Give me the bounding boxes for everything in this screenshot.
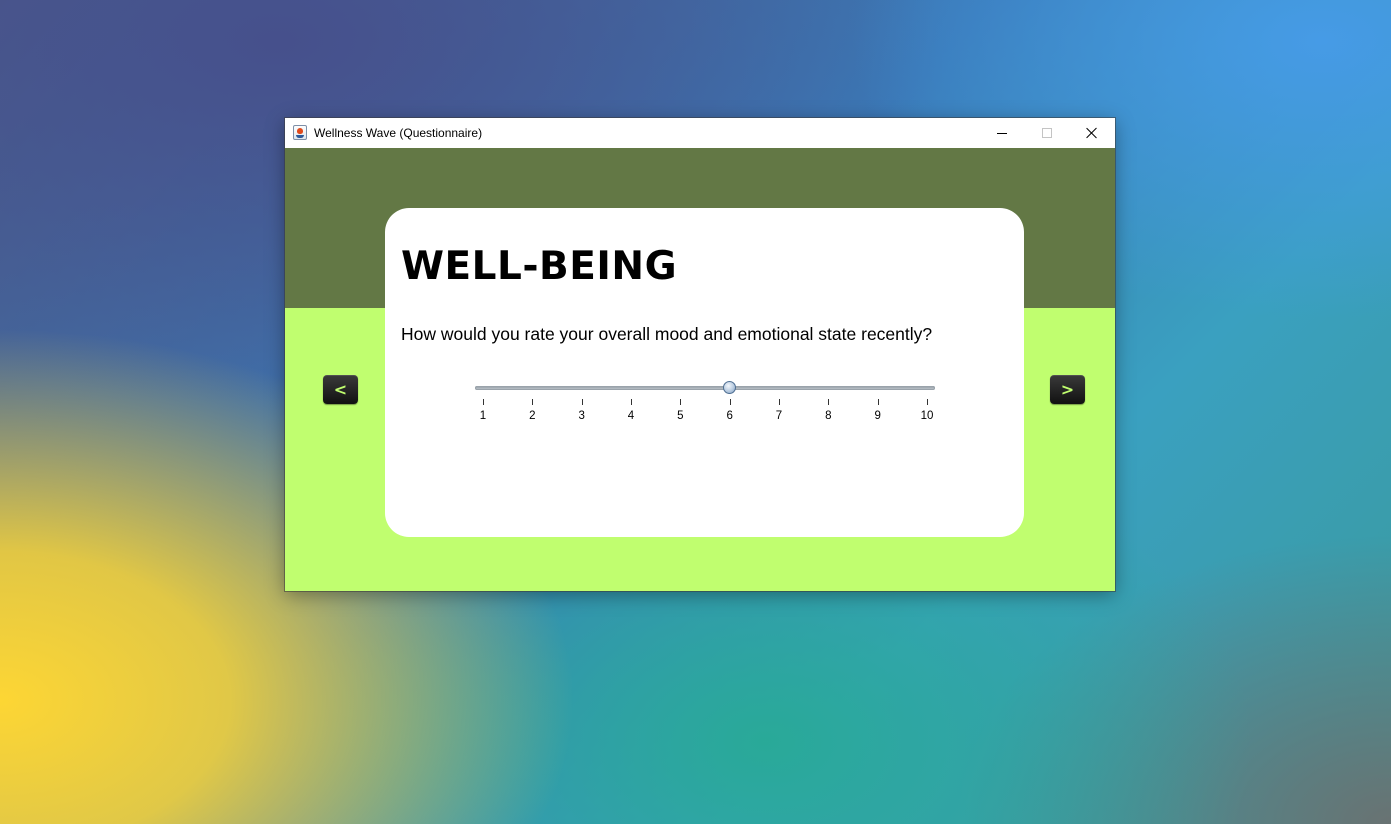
slider-tick-label: 4 [627,410,635,422]
slider-tick [631,399,632,405]
slider-thumb[interactable] [722,381,736,394]
slider-tick [680,399,682,405]
java-app-icon [293,125,307,140]
close-icon [1086,127,1098,139]
slider-track[interactable] [475,386,935,390]
next-question-button[interactable]: > [1050,375,1085,404]
questionnaire-panel: < > WELL-BEING How would you rate your o… [285,148,1115,591]
title-bar[interactable]: Wellness Wave (Questionnaire) [285,118,1115,148]
slider-tick [729,399,731,405]
maximize-button[interactable] [1024,118,1069,148]
slider-tick-label: 2 [529,410,536,422]
slider-tick [532,399,534,405]
slider-tick [483,399,484,405]
slider-tick [581,399,583,405]
question-card: WELL-BEING How would you rate your overa… [385,208,1024,537]
slider-tick-label: 10 [920,410,934,422]
slider-tick-label: 5 [677,410,684,422]
slider-tick-label: 3 [578,410,585,422]
minimize-button[interactable] [979,118,1024,148]
slider-tick [828,399,830,405]
previous-question-button[interactable]: < [323,375,358,404]
question-text: How would you rate your overall mood and… [401,324,933,344]
minimize-icon [996,132,1007,134]
slider-tick-label: 7 [775,410,783,422]
slider-tick [779,399,780,405]
rating-slider[interactable]: 1 2 3 4 5 6 7 8 9 10 [475,376,935,436]
app-window: Wellness Wave (Questionnaire) < > WELL-B… [285,118,1115,591]
slider-tick-label: 1 [479,410,487,422]
slider-tick [877,399,879,405]
slider-tick [927,399,928,405]
close-button[interactable] [1069,118,1114,148]
slider-tick-label: 9 [874,410,881,422]
section-heading: WELL-BEING [401,244,678,289]
maximize-icon [1041,128,1052,138]
slider-tick-label: 8 [825,410,832,422]
slider-tick-label: 6 [726,410,733,422]
window-title: Wellness Wave (Questionnaire) [314,126,483,140]
